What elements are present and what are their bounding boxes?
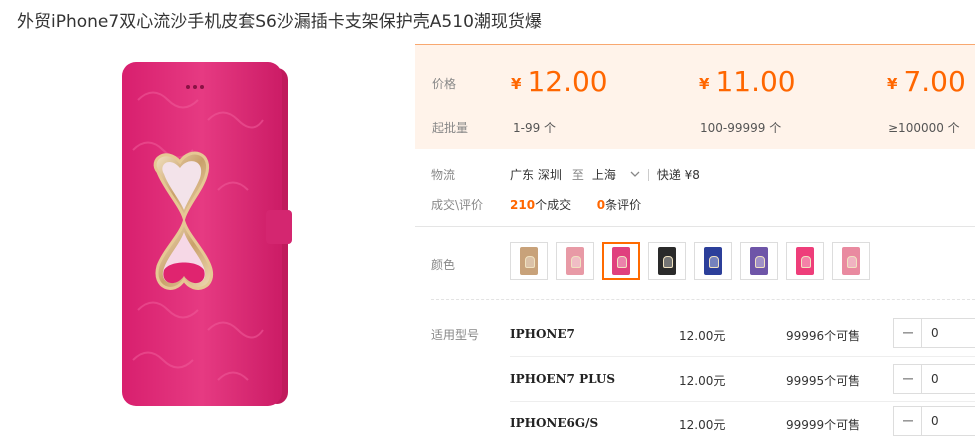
model-name: IPHONE7 xyxy=(510,327,575,341)
review-count: 0 xyxy=(596,198,606,212)
color-swatch-hot-pink[interactable] xyxy=(786,242,824,280)
color-swatch-light-pink[interactable] xyxy=(556,242,594,280)
price-value: 12.00 xyxy=(527,65,608,98)
quantity-input[interactable]: 0 xyxy=(922,407,975,435)
logistics-info: 广东 深圳 至 上海 快递 ¥8 xyxy=(510,166,700,183)
chevron-down-icon xyxy=(630,169,640,180)
model-stock: 99999个可售 xyxy=(786,418,861,432)
price-tier-1: ¥12.00 xyxy=(511,65,608,98)
currency-symbol: ¥ xyxy=(511,75,522,93)
model-price: 12.00元 xyxy=(679,329,726,343)
model-price: 12.00元 xyxy=(679,374,726,388)
currency-symbol: ¥ xyxy=(699,75,710,93)
case-thumbnail-icon xyxy=(520,247,538,275)
price-tier-3: ¥7.00 xyxy=(887,65,966,98)
minus-icon[interactable] xyxy=(894,407,922,435)
color-swatch-pink[interactable] xyxy=(832,242,870,280)
color-swatches xyxy=(510,242,878,280)
quantity-stepper[interactable]: 0 xyxy=(893,406,975,436)
model-label: 适用型号 xyxy=(431,328,480,342)
currency-symbol: ¥ xyxy=(887,75,898,93)
model-stock: 99995个可售 xyxy=(786,374,861,388)
model-name: IPHOEN7 PLUS xyxy=(510,372,616,386)
minus-icon[interactable] xyxy=(894,319,922,347)
review-suffix: 条评价 xyxy=(605,198,642,212)
batch-range-1: 1-99 个 xyxy=(513,121,557,135)
quantity-stepper[interactable]: 0 xyxy=(893,364,975,394)
price-tier-2: ¥11.00 xyxy=(699,65,796,98)
quantity-stepper[interactable]: 0 xyxy=(893,318,975,348)
price-label: 价格 xyxy=(432,77,457,91)
price-value: 11.00 xyxy=(715,65,796,98)
product-title: 外贸iPhone7双心流沙手机皮套S6沙漏插卡支架保护壳A510潮现货爆 xyxy=(17,12,542,32)
batch-range-2: 100-99999 个 xyxy=(700,121,782,135)
minus-icon[interactable] xyxy=(894,365,922,393)
quantity-input[interactable]: 0 xyxy=(922,365,975,393)
dashed-divider xyxy=(431,299,975,300)
price-panel: 价格 起批量 ¥12.00 ¥11.00 ¥7.00 1-99 个 100-99… xyxy=(415,44,975,149)
model-name: IPHONE6G/S xyxy=(510,416,599,430)
color-swatch-purple[interactable] xyxy=(740,242,778,280)
section-divider xyxy=(415,226,975,227)
case-thumbnail-icon xyxy=(842,247,860,275)
color-swatch-tan[interactable] xyxy=(510,242,548,280)
row-divider xyxy=(510,401,975,402)
price-value: 7.00 xyxy=(903,65,966,98)
phone-case-illustration xyxy=(122,62,292,406)
case-thumbnail-icon xyxy=(612,247,630,275)
color-label: 颜色 xyxy=(431,258,456,272)
destination-city: 上海 xyxy=(591,168,616,182)
to-label: 至 xyxy=(571,168,584,182)
case-thumbnail-icon xyxy=(750,247,768,275)
deals-label: 成交\评价 xyxy=(431,198,484,212)
case-thumbnail-icon xyxy=(658,247,676,275)
deal-suffix: 个成交 xyxy=(535,198,572,212)
case-thumbnail-icon xyxy=(704,247,722,275)
destination-selector[interactable]: 上海 xyxy=(592,166,640,183)
quantity-input[interactable]: 0 xyxy=(922,319,975,347)
batch-label: 起批量 xyxy=(432,121,469,135)
logistics-label: 物流 xyxy=(431,168,456,182)
shipping-fee: 快递 ¥8 xyxy=(656,168,700,182)
model-stock: 99996个可售 xyxy=(786,329,861,343)
color-swatch-blue[interactable] xyxy=(694,242,732,280)
product-image[interactable] xyxy=(118,60,293,410)
batch-range-3: ≥100000 个 xyxy=(888,121,960,135)
color-swatch-black[interactable] xyxy=(648,242,686,280)
deal-count: 210 xyxy=(510,198,536,212)
color-swatch-rose[interactable] xyxy=(602,242,640,280)
case-thumbnail-icon xyxy=(566,247,584,275)
separator xyxy=(647,168,649,181)
deal-stats: 210个成交 0条评价 xyxy=(510,196,641,213)
origin-city: 广东 深圳 xyxy=(510,168,562,182)
model-price: 12.00元 xyxy=(679,418,726,432)
case-thumbnail-icon xyxy=(796,247,814,275)
row-divider xyxy=(510,356,975,357)
